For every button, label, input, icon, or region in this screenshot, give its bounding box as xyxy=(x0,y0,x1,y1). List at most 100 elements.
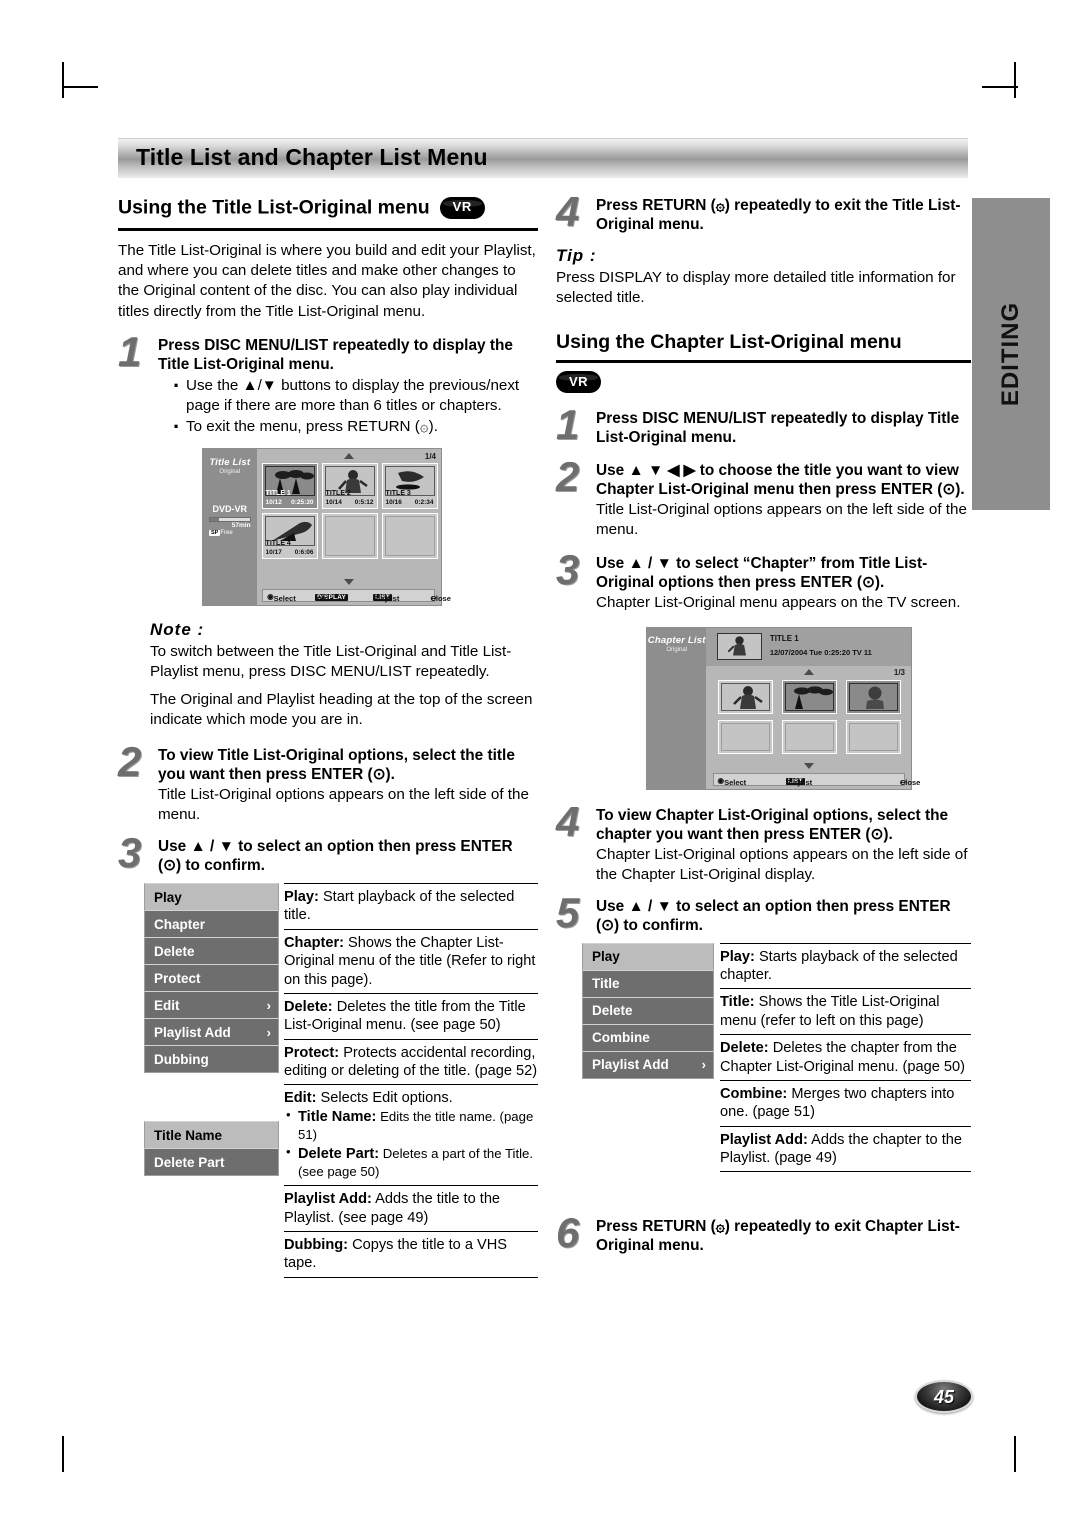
desc-dubbing: Dubbing: Copys the title to a VHS tape. xyxy=(284,1232,538,1278)
desc-title-name: Title Name: Edits the title name. (page … xyxy=(284,1107,538,1145)
step-heading: Press DISC MENU/LIST repeatedly to displ… xyxy=(596,410,960,447)
step-subtext: Chapter List-Original options appears on… xyxy=(596,846,968,883)
step-subtext: Title List-Original options appears on t… xyxy=(158,786,529,824)
screen-panel-subtitle: Original xyxy=(666,646,688,653)
right-step-5: 5 Use ▲ / ▼ to select an option then pre… xyxy=(556,891,971,935)
step-number: 3 xyxy=(118,828,142,876)
chapter-thumbnail-cell[interactable] xyxy=(846,680,902,715)
screen-bottom-bar: ◉ Select LIST Playlist ↩ Close xyxy=(712,772,920,787)
step-1-bullets: Use the ▲/▼ buttons to display the previ… xyxy=(158,372,538,441)
desc-title: Title: Shows the Title List-Original men… xyxy=(720,989,971,1036)
left-step-3: 3 Use ▲ / ▼ to select an option then pre… xyxy=(118,831,538,875)
step-number: 3 xyxy=(556,545,580,593)
step-number: 6 xyxy=(556,1208,580,1256)
left-note-block: Note : To switch between the Title List-… xyxy=(118,620,538,730)
manual-page: Title List and Chapter List Menu EDITING… xyxy=(0,0,1080,1528)
option-title[interactable]: Title xyxy=(582,969,714,998)
left-column: Using the Title List-Original menu VR The… xyxy=(118,196,538,1278)
empty-chapter-cell xyxy=(782,720,838,755)
right-step-4: 4 To view Chapter List-Original options,… xyxy=(556,800,971,885)
right-step-6: 6 Press RETURN (۞) repeatedly to exit Ch… xyxy=(556,1211,971,1255)
title-name: TITLE 4 xyxy=(265,540,291,548)
option-play[interactable]: Play xyxy=(144,883,279,911)
seated-character-illustration-icon xyxy=(866,686,885,710)
chapter-thumbnail-cell[interactable] xyxy=(782,680,838,715)
title-options-menu: Play Chapter Delete Protect Edit › Playli… xyxy=(144,883,279,1073)
option-dubbing[interactable]: Dubbing xyxy=(144,1045,279,1073)
option-protect[interactable]: Protect xyxy=(144,964,279,992)
scroll-up-arrow-icon[interactable] xyxy=(803,669,814,676)
left-step-2: 2 To view Title List-Original options, s… xyxy=(118,741,538,825)
option-playlist-add[interactable]: Playlist Add › xyxy=(582,1050,714,1079)
note-label: Note : xyxy=(150,620,205,640)
option-play[interactable]: Play xyxy=(582,942,714,971)
step-number: 1 xyxy=(118,327,142,375)
tip-block: Tip : Press DISPLAY to display more deta… xyxy=(556,246,971,308)
free-label: Free xyxy=(220,530,233,537)
submenu-delete-part[interactable]: Delete Part xyxy=(144,1148,279,1176)
empty-title-cell xyxy=(321,513,378,560)
desc-play: Play: Starts playback of the selected ch… xyxy=(720,944,971,990)
title-list-screen-mockup: Title List Original DVD-VR 57min SP Free … xyxy=(202,448,451,607)
chapter-header-meta: 12/07/2004 Tue 0:25:20 TV 11 xyxy=(769,647,872,657)
desc-playlist-add: Playlist Add: Adds the chapter to the Pl… xyxy=(720,1127,971,1173)
desc-delete: Delete: Deletes the title from the Title… xyxy=(284,994,538,1040)
screen-panel-title-group: Title List Original xyxy=(203,457,257,475)
page-number-badge: 45 xyxy=(915,1380,973,1413)
right-step-2: 2 Use ▲ ▼ ◀ ▶ to choose the title you wa… xyxy=(556,456,971,540)
title-name: TITLE 3 xyxy=(385,490,411,498)
step-number: 2 xyxy=(118,738,142,786)
option-playlist-add[interactable]: Playlist Add › xyxy=(144,1018,279,1046)
desc-protect: Protect: Protects accidental recording, … xyxy=(284,1040,538,1086)
empty-title-cell xyxy=(381,513,438,560)
disc-info-group: DVD-VR 57min SP Free xyxy=(203,504,257,537)
scroll-down-arrow-icon[interactable] xyxy=(343,579,354,586)
chevron-right-icon: › xyxy=(266,1024,271,1040)
screen-bottom-bar: ◉ Select DISPLAY Info. LIST Playlist ↩ C… xyxy=(262,589,451,604)
title-thumbnail-cell[interactable]: TITLE 1 10/12 0:25:20 xyxy=(261,463,318,510)
title-thumbnail-cell[interactable]: TITLE 2 10/14 0:5:12 xyxy=(321,463,378,510)
note-paragraph-2: The Original and Playlist heading at the… xyxy=(150,690,533,728)
chapter-header-strip: TITLE 1 12/07/2004 Tue 0:25:20 TV 11 xyxy=(706,627,911,667)
title-date: 10/14 xyxy=(325,499,342,507)
bottom-bar-select: ◉ Select xyxy=(267,592,296,604)
option-combine[interactable]: Combine xyxy=(582,1023,714,1052)
right-section-title: Using the Chapter List-Original menu xyxy=(556,330,902,353)
option-chapter[interactable]: Chapter xyxy=(144,910,279,938)
tree-illustration-icon xyxy=(794,686,834,710)
step-number: 1 xyxy=(556,401,580,449)
chapter-thumbnail-cell[interactable] xyxy=(718,680,774,715)
title-thumbnail-cell[interactable]: TITLE 3 10/16 0:2:34 xyxy=(381,463,438,510)
rec-mode-chip: SP xyxy=(209,530,221,537)
edit-submenu: Title Name Delete Part xyxy=(144,1121,279,1176)
submenu-title-name[interactable]: Title Name xyxy=(144,1121,279,1149)
option-delete[interactable]: Delete xyxy=(144,937,279,965)
title-date: 10/16 xyxy=(385,499,402,507)
crop-mark-mid-right xyxy=(982,86,1018,88)
tip-label: Tip : xyxy=(556,246,597,266)
title-date: 10/12 xyxy=(265,499,282,507)
scroll-up-arrow-icon[interactable] xyxy=(343,453,354,460)
side-tab-editing: EDITING xyxy=(972,198,1050,510)
right-step-4-top: 4 Press RETURN (۞) repeatedly to exit th… xyxy=(556,191,971,234)
option-edit[interactable]: Edit › xyxy=(144,991,279,1019)
title-duration: 0:5:12 xyxy=(354,499,374,507)
step-number: 2 xyxy=(556,453,580,501)
option-delete[interactable]: Delete xyxy=(582,996,714,1025)
desc-combine: Combine: Merges two chapters into one. (… xyxy=(720,1081,971,1127)
character-illustration-icon xyxy=(727,636,746,656)
empty-chapter-cell xyxy=(718,720,774,755)
title-name: TITLE 1 xyxy=(265,490,291,498)
bottom-bar-select: ◉ Select xyxy=(717,775,747,787)
desc-playlist-add: Playlist Add: Adds the title to the Play… xyxy=(284,1186,538,1232)
vr-badge: VR xyxy=(439,197,485,219)
step-heading: Use ▲ ▼ ◀ ▶ to choose the title you want… xyxy=(596,462,965,499)
desc-edit-subitems: Title Name: Edits the title name. (page … xyxy=(284,1107,538,1182)
title-thumbnail-cell[interactable]: TITLE 4 10/17 0:6:06 xyxy=(261,513,318,560)
right-step-3: 3 Use ▲ / ▼ to select “Chapter” from Tit… xyxy=(556,548,971,613)
page-title-bar: Title List and Chapter List Menu xyxy=(118,138,968,178)
screen-panel-subtitle: Original xyxy=(219,469,241,476)
scroll-down-arrow-icon[interactable] xyxy=(803,762,814,769)
page-number: 45 xyxy=(933,1387,955,1407)
title-duration: 0:6:06 xyxy=(294,549,314,557)
